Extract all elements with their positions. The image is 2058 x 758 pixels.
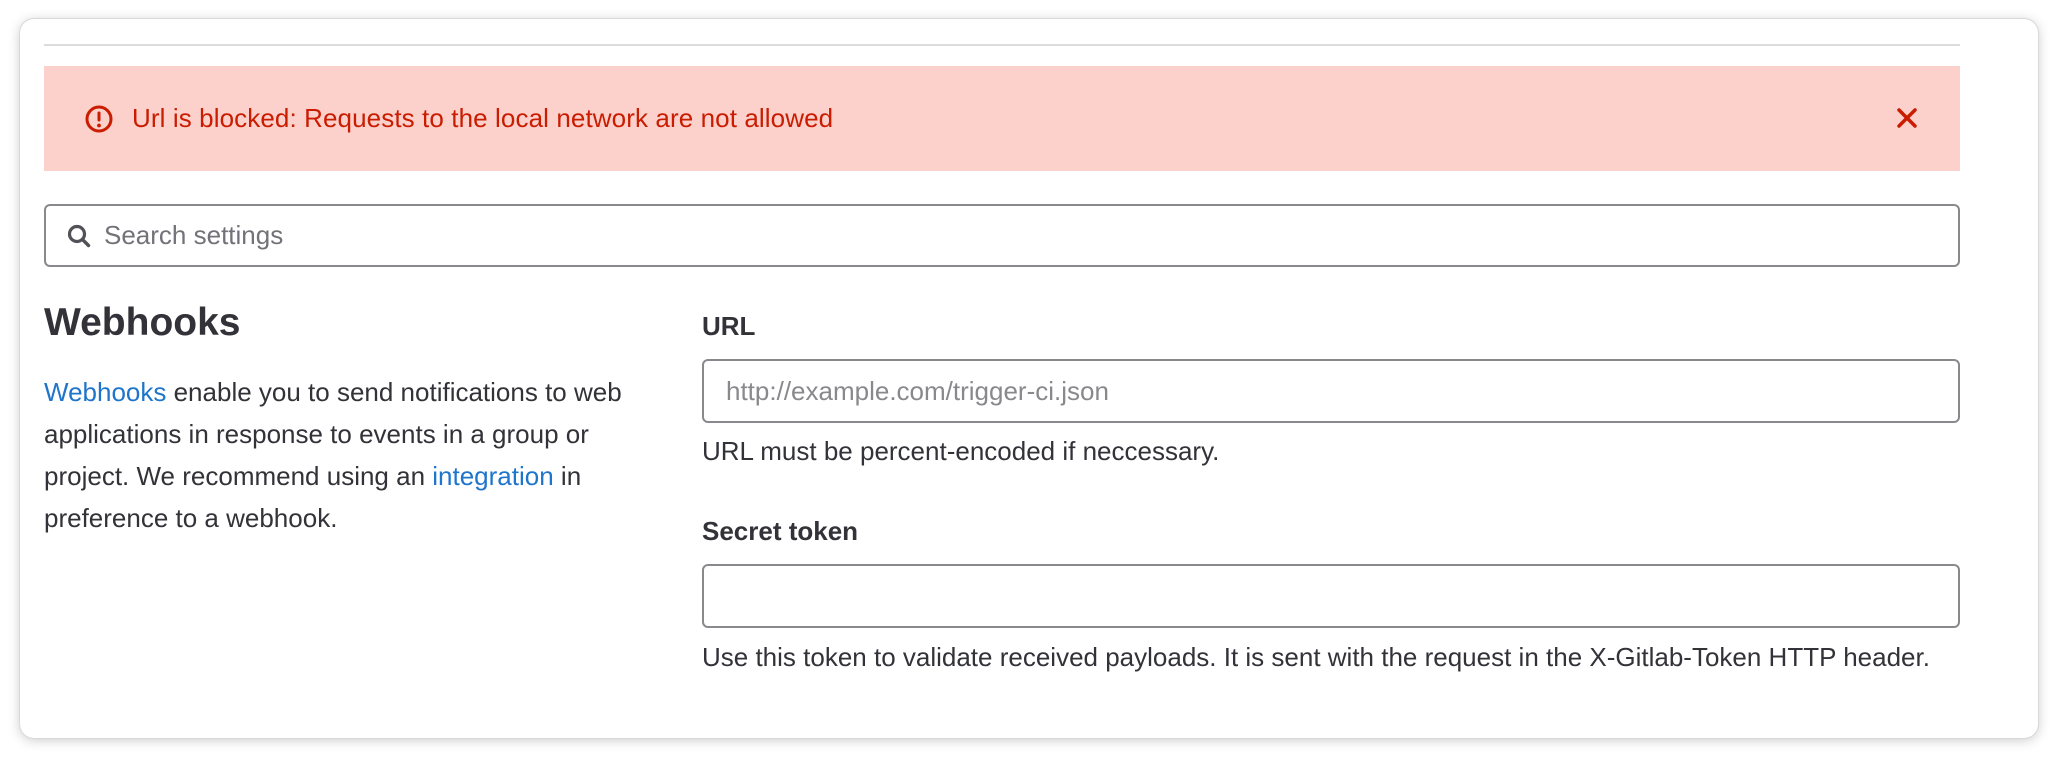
close-icon[interactable] [1892,103,1922,133]
secret-token-label: Secret token [702,516,859,546]
settings-window: Url is blocked: Requests to the local ne… [20,19,2038,738]
url-help-text: URL must be percent-encoded if neccessar… [702,436,1220,466]
alert-message: Url is blocked: Requests to the local ne… [132,103,834,133]
section-description: Webhooks enable you to send notification… [44,371,664,539]
top-divider [44,44,1960,46]
integration-link[interactable]: integration [432,461,553,491]
secret-token-input[interactable] [702,564,1960,628]
error-icon [84,104,114,134]
error-alert: Url is blocked: Requests to the local ne… [44,66,1960,171]
section-title: Webhooks [44,301,241,344]
secret-token-help-text: Use this token to validate received payl… [702,642,1930,672]
url-label: URL [702,311,756,341]
url-input[interactable] [702,359,1960,423]
search-input[interactable] [104,220,1904,251]
webhooks-docs-link[interactable]: Webhooks [44,377,166,407]
search-icon [66,223,92,249]
search-settings-box[interactable] [44,204,1960,267]
